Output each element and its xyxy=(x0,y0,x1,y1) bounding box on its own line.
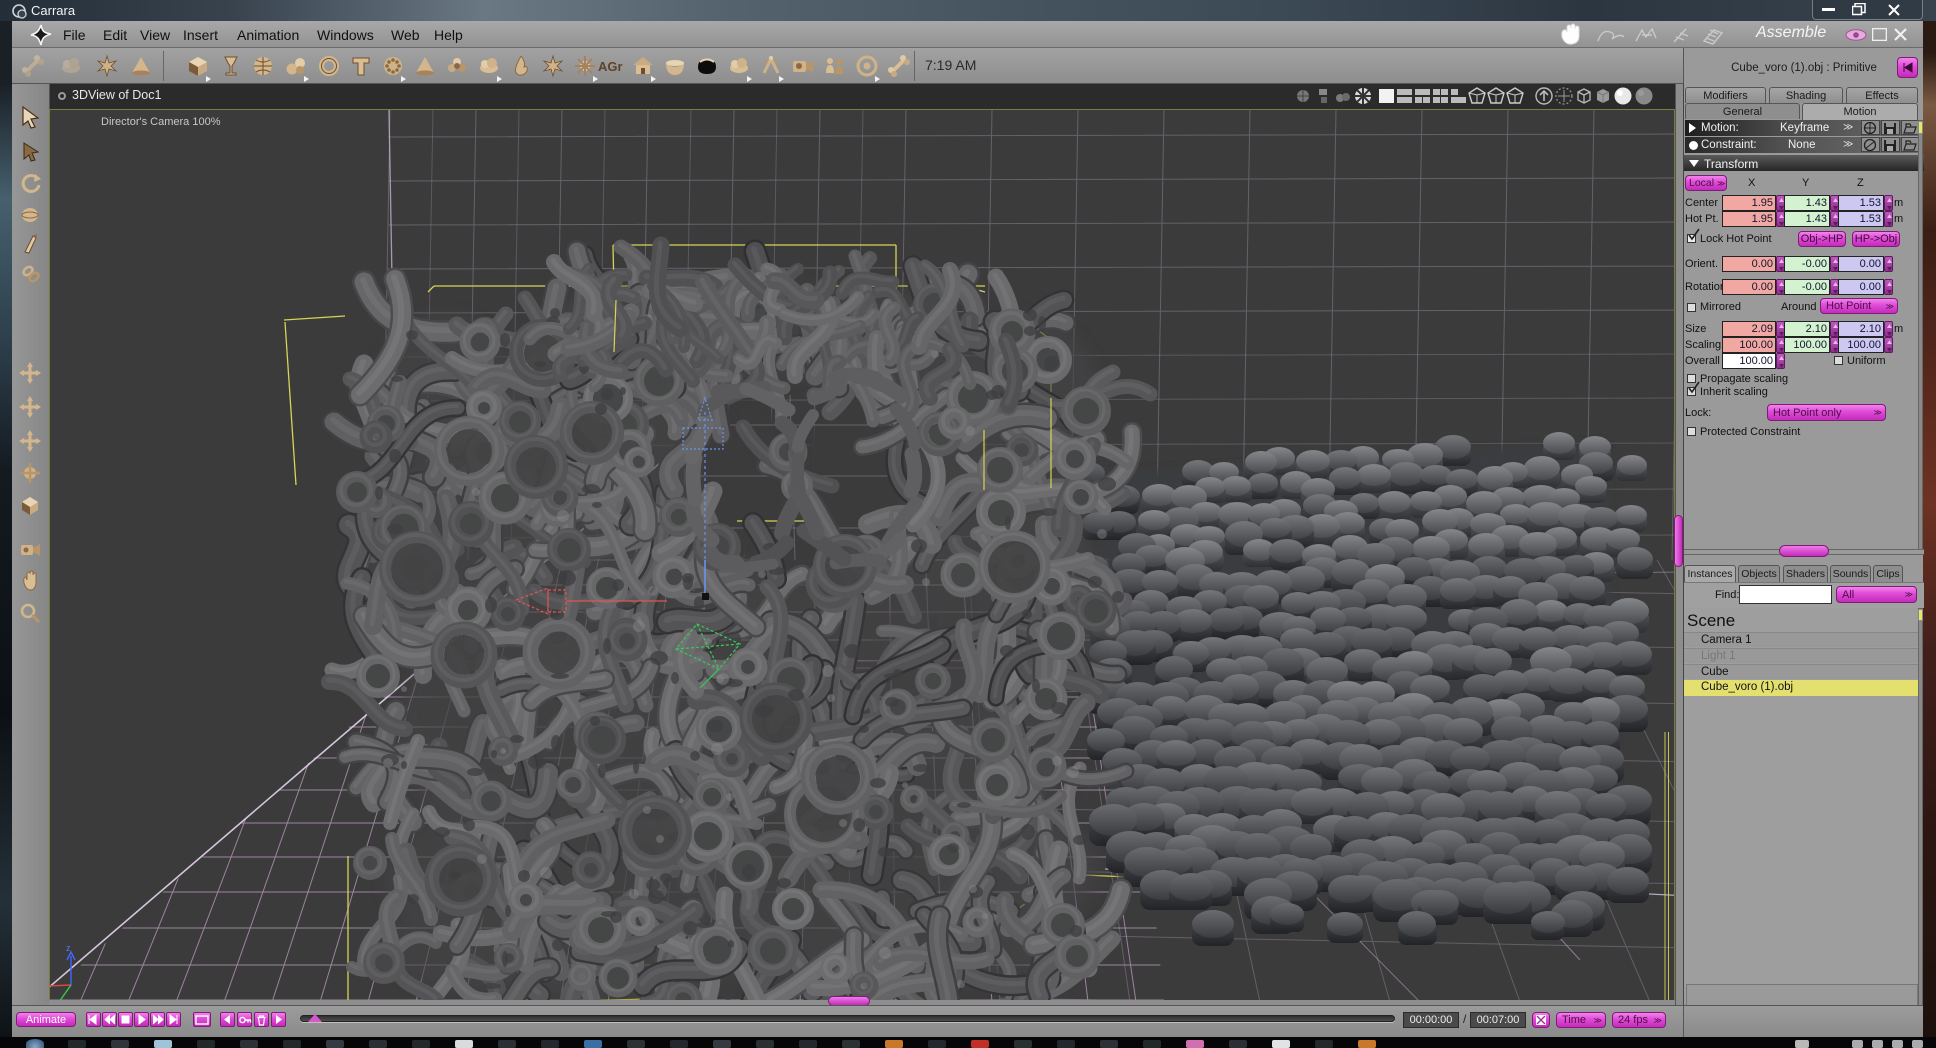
svg-text:Director's Camera 100%: Director's Camera 100% xyxy=(101,116,221,128)
svg-text:z: z xyxy=(66,943,71,953)
